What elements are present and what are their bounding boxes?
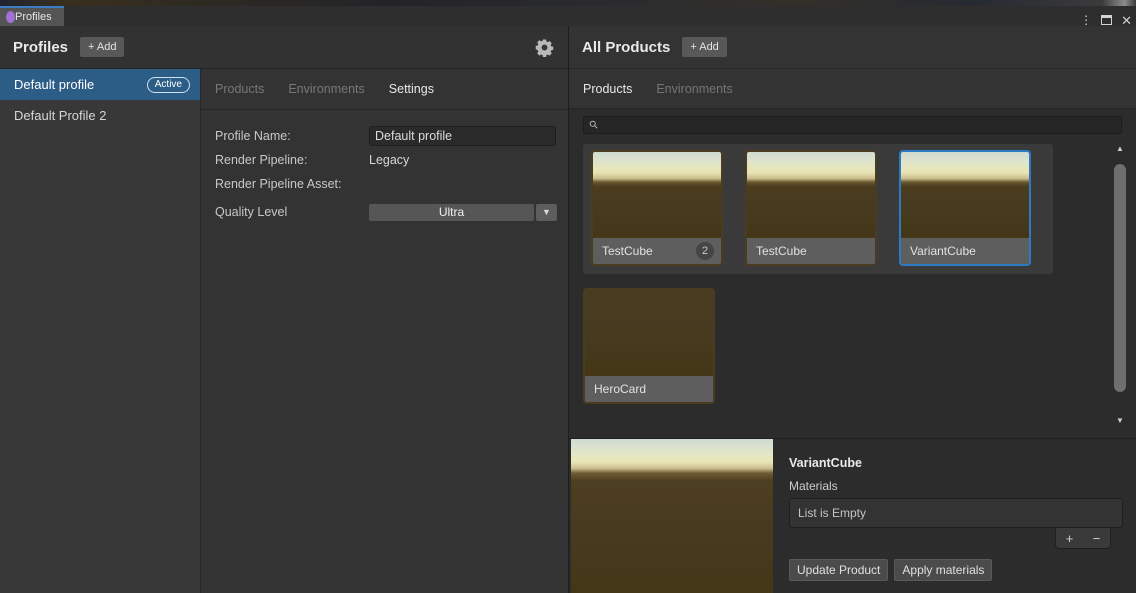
window-body: Profiles + Add Default profile Active De… [0, 26, 1136, 593]
profiles-pane: Profiles + Add Default profile Active De… [0, 26, 568, 593]
profile-list-item[interactable]: Default profile Active [0, 69, 200, 100]
product-preview-image [571, 439, 773, 593]
search-box[interactable] [583, 116, 1122, 134]
render-pipeline-asset-label: Render Pipeline Asset: [215, 177, 369, 191]
product-card-footer: VariantCube [901, 238, 1029, 264]
add-profile-button[interactable]: + Add [80, 37, 124, 57]
add-material-button[interactable]: + [1066, 531, 1074, 546]
tab-profiles[interactable]: Profiles [0, 6, 64, 26]
close-icon[interactable]: ✕ [1121, 14, 1132, 27]
profile-detail-panel: Products Environments Settings Profile N… [200, 68, 568, 593]
tab-settings[interactable]: Settings [389, 82, 434, 96]
materials-label: Materials [789, 479, 1123, 493]
profile-name-label: Default profile [14, 77, 94, 92]
profile-tabs: Products Environments Settings [201, 69, 568, 110]
product-detail-body: VariantCube Materials List is Empty + − … [773, 439, 1136, 593]
product-thumbnail [747, 152, 875, 238]
window-tabbar: Profiles ⋮ ✕ [0, 6, 1136, 26]
materials-list[interactable]: List is Empty [789, 498, 1123, 528]
window-menu-icon[interactable]: ⋮ [1080, 14, 1092, 26]
search-icon [589, 116, 598, 134]
scroll-up-icon[interactable]: ▲ [1116, 145, 1124, 153]
form-row-render-pipeline-asset: Render Pipeline Asset: [215, 172, 568, 196]
editor-window: Profiles ⋮ ✕ Profiles + Add [0, 0, 1136, 593]
form-row-quality-level: Quality Level Ultra ▼ [215, 200, 568, 224]
product-grid-scrollbar[interactable]: ▲ ▼ [1113, 145, 1127, 425]
product-grid-row: HeroCard [583, 288, 1053, 404]
profiles-header: Profiles + Add [0, 26, 568, 68]
profile-name-label: Default Profile 2 [14, 108, 107, 123]
scrollbar-thumb[interactable] [1114, 164, 1126, 392]
product-card[interactable]: TestCube [745, 150, 877, 266]
profile-name-input[interactable] [369, 126, 556, 146]
quality-level-slider[interactable]: Ultra [369, 204, 534, 221]
tab-products[interactable]: Products [215, 82, 264, 96]
product-name: VariantCube [910, 244, 976, 258]
profiles-title: Profiles [13, 39, 68, 56]
product-variant-count: 2 [696, 242, 714, 260]
quality-level-label: Quality Level [215, 205, 369, 219]
profile-list-item[interactable]: Default Profile 2 [0, 100, 200, 131]
render-pipeline-value: Legacy [369, 153, 409, 167]
render-pipeline-label: Render Pipeline: [215, 153, 369, 167]
tab-environments[interactable]: Environments [288, 82, 364, 96]
materials-list-footer: + − [1055, 528, 1111, 549]
product-grid: TestCube 2 TestCube [583, 144, 1053, 404]
product-name: HeroCard [594, 382, 646, 396]
products-tabs: Products Environments [569, 68, 1136, 109]
grid-row-gap [583, 274, 1053, 288]
products-pane: All Products + Add Products Environments [568, 26, 1136, 593]
status-badge: Active [147, 77, 190, 93]
chevron-down-icon[interactable]: ▼ [536, 204, 557, 221]
profile-list[interactable]: Default profile Active Default Profile 2 [0, 68, 200, 593]
search-bar [569, 109, 1136, 140]
product-action-buttons: Update Product Apply materials [789, 559, 1123, 581]
materials-empty-text: List is Empty [798, 506, 866, 520]
apply-materials-button[interactable]: Apply materials [894, 559, 992, 581]
profile-name-field-label: Profile Name: [215, 129, 369, 143]
product-name: TestCube [756, 244, 807, 258]
product-name: TestCube [602, 244, 653, 258]
tab-profiles-label: Profiles [15, 11, 52, 23]
scrollbar-track[interactable] [1114, 156, 1126, 414]
profile-settings-form: Profile Name: Render Pipeline: Legacy Re… [201, 110, 568, 224]
maximize-icon[interactable] [1101, 15, 1112, 25]
product-thumbnail [593, 152, 721, 238]
profile-dot-icon [6, 11, 15, 23]
product-card[interactable]: TestCube 2 [591, 150, 723, 266]
products-header: All Products + Add [569, 26, 1136, 68]
tab-products[interactable]: Products [583, 82, 632, 96]
product-grid-region: TestCube 2 TestCube [569, 140, 1136, 430]
product-grid-row: TestCube 2 TestCube [583, 144, 1053, 274]
product-card-selected[interactable]: VariantCube [899, 150, 1031, 266]
search-input[interactable] [603, 119, 1121, 131]
tab-environments[interactable]: Environments [656, 82, 732, 96]
update-product-button[interactable]: Update Product [789, 559, 888, 581]
product-thumbnail [585, 290, 713, 376]
remove-material-button[interactable]: − [1093, 531, 1101, 546]
form-row-profile-name: Profile Name: [215, 124, 568, 148]
quality-level-value: Ultra [439, 205, 464, 219]
product-card[interactable]: HeroCard [583, 288, 715, 404]
product-detail-panel: VariantCube Materials List is Empty + − … [569, 438, 1136, 593]
gear-icon[interactable] [535, 38, 554, 57]
add-product-button[interactable]: + Add [682, 37, 726, 57]
form-row-render-pipeline: Render Pipeline: Legacy [215, 148, 568, 172]
product-card-footer: HeroCard [585, 376, 713, 402]
scroll-down-icon[interactable]: ▼ [1116, 417, 1124, 425]
products-title: All Products [582, 39, 670, 56]
product-card-footer: TestCube [747, 238, 875, 264]
product-thumbnail [901, 152, 1029, 238]
product-card-footer: TestCube 2 [593, 238, 721, 264]
product-detail-title: VariantCube [789, 456, 1123, 470]
